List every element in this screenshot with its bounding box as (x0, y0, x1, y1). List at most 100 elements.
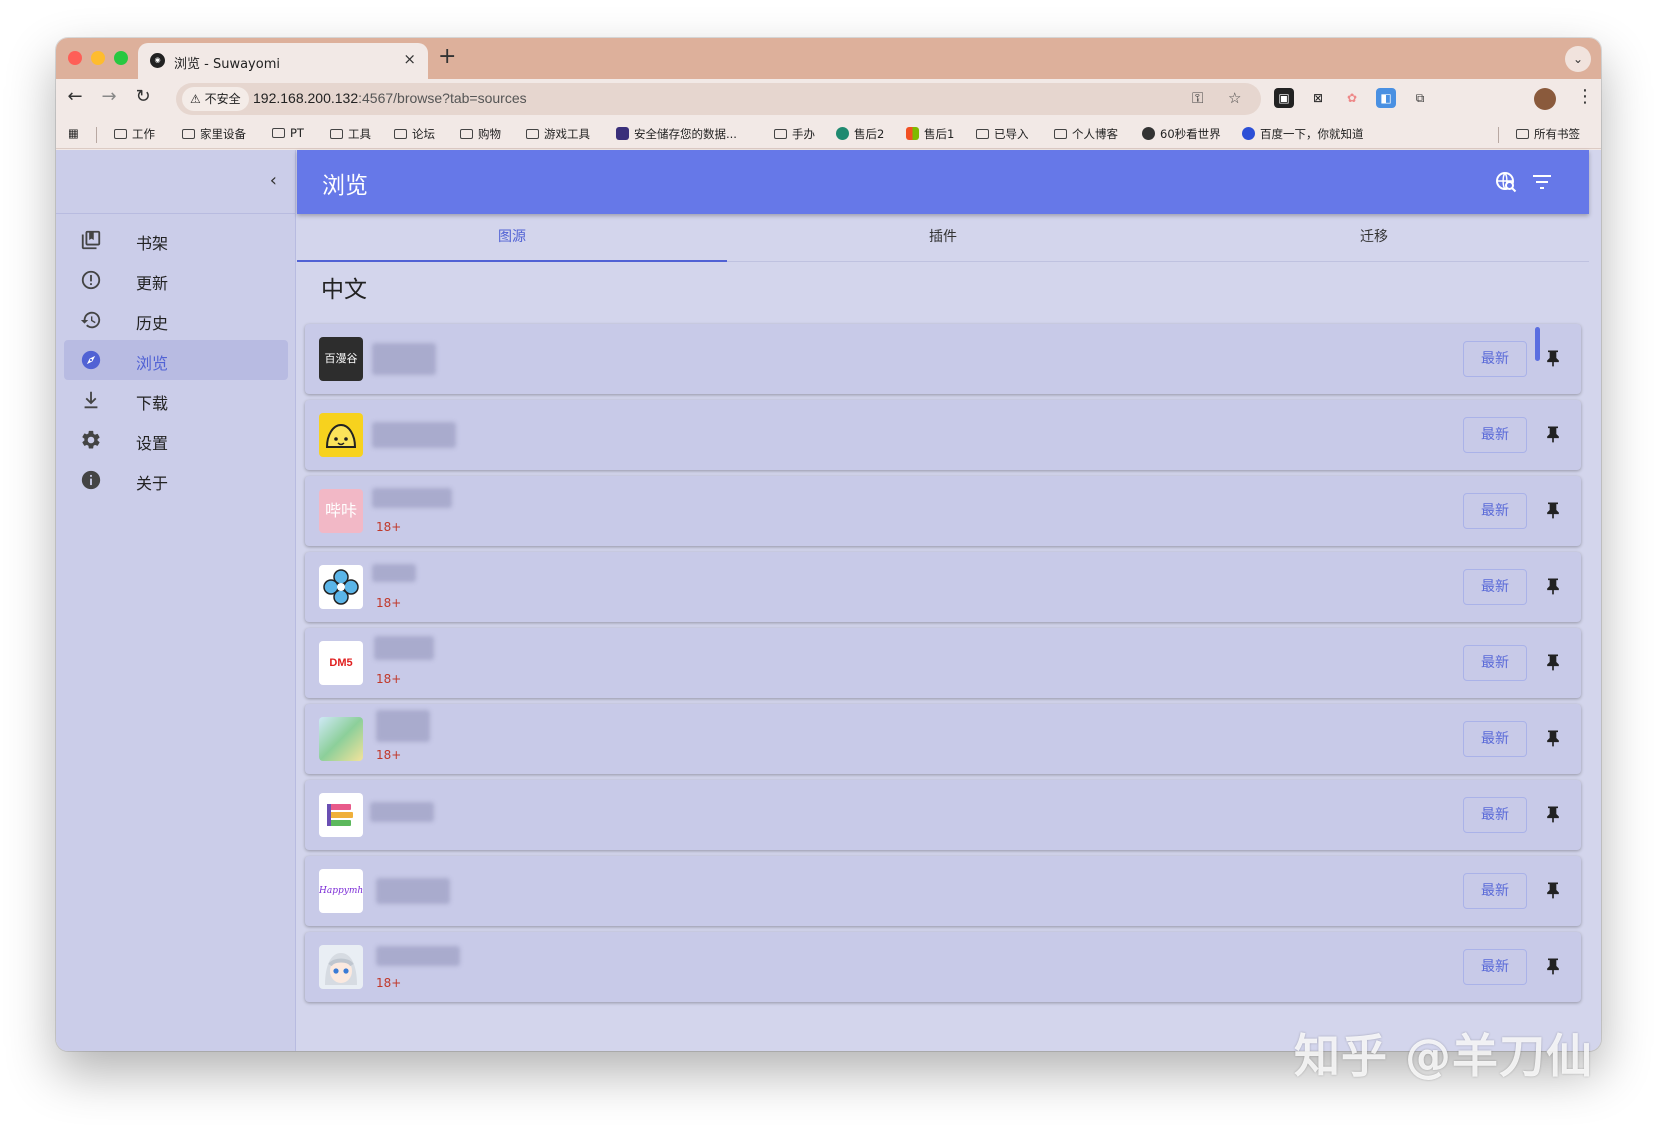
latest-button[interactable]: 最新 (1463, 949, 1527, 985)
address-bar[interactable]: ⚠ 不安全 192.168.200.132:4567/browse?tab=so… (176, 83, 1261, 115)
source-card[interactable]: 哔咔 18+ 最新 (305, 476, 1581, 546)
latest-button[interactable]: 最新 (1463, 417, 1527, 453)
bookmark-link[interactable]: 售后2 (836, 126, 884, 142)
sidebar-item-history[interactable]: 历史 (64, 300, 288, 340)
bookmark-folder[interactable]: 工具 (330, 126, 371, 142)
bookmark-link[interactable]: 售后1 (906, 126, 954, 142)
folder-icon (394, 129, 407, 139)
puzzle-icon[interactable]: ⧉ (1410, 88, 1430, 108)
source-card[interactable]: 18+ 最新 (305, 552, 1581, 622)
extension-icon[interactable]: ▣ (1274, 88, 1294, 108)
sidebar-item-library[interactable]: 书架 (64, 220, 288, 260)
bookmark-folder[interactable]: 家里设备 (182, 126, 246, 142)
sidebar-item-about[interactable]: 关于 (64, 460, 288, 500)
latest-button[interactable]: 最新 (1463, 721, 1527, 757)
minimize-window-button[interactable] (91, 51, 105, 65)
key-icon[interactable]: ⚿ (1192, 89, 1203, 107)
profile-avatar[interactable] (1534, 88, 1556, 110)
global-search-icon[interactable] (1494, 170, 1518, 194)
latest-button[interactable]: 最新 (1463, 797, 1527, 833)
folder-icon (182, 129, 195, 139)
bookmark-link[interactable]: 安全储存您的数据... (616, 126, 737, 142)
pin-icon[interactable] (1543, 726, 1563, 750)
bookmark-folder[interactable]: 已导入 (976, 126, 1029, 142)
extension-icon[interactable]: ✿ (1342, 88, 1362, 108)
url-text[interactable]: 192.168.200.132:4567/browse?tab=sources (253, 90, 527, 106)
nsfw-badge: 18+ (376, 748, 402, 762)
zoom-window-button[interactable] (114, 51, 128, 65)
new-tab-button[interactable]: + (438, 44, 456, 69)
sidebar-item-label: 更新 (136, 274, 169, 293)
info-icon (81, 470, 101, 490)
pin-icon[interactable] (1543, 878, 1563, 902)
bookmark-link[interactable]: 60秒看世界 (1142, 126, 1221, 142)
browser-tab[interactable]: ◉ 浏览 - Suwayomi × (138, 43, 428, 79)
tab-migrate[interactable]: 迁移 (1159, 214, 1589, 262)
source-card[interactable]: Happymh 最新 (305, 856, 1581, 926)
pin-icon[interactable] (1543, 346, 1563, 370)
source-card[interactable]: DM5 18+ 最新 (305, 628, 1581, 698)
history-icon (80, 311, 101, 329)
latest-button[interactable]: 最新 (1463, 493, 1527, 529)
pin-icon[interactable] (1543, 574, 1563, 598)
tab-extensions[interactable]: 插件 (728, 214, 1158, 262)
pin-icon[interactable] (1543, 650, 1563, 674)
folder-icon (976, 129, 989, 139)
menu-icon[interactable]: ⋮ (1576, 86, 1594, 107)
watermark: 知乎 @羊刀仙 (1294, 1029, 1594, 1083)
page-title: 浏览 (322, 173, 368, 199)
reload-button[interactable]: ↻ (130, 86, 156, 107)
pin-icon[interactable] (1543, 802, 1563, 826)
source-card[interactable]: 18+ 最新 (305, 704, 1581, 774)
all-bookmarks[interactable]: 所有书签 (1516, 126, 1580, 142)
latest-button[interactable]: 最新 (1463, 341, 1527, 377)
pin-icon[interactable] (1543, 422, 1563, 446)
star-icon[interactable]: ☆ (1228, 89, 1241, 107)
bookmark-folder[interactable]: 论坛 (394, 126, 435, 142)
sidebar-item-label: 下载 (136, 394, 169, 413)
insecure-label: 不安全 (204, 92, 241, 106)
separator (96, 127, 97, 143)
sidebar-item-browse[interactable]: 浏览 (64, 340, 288, 380)
bookmark-folder[interactable]: 手办 (774, 126, 815, 142)
close-window-button[interactable] (68, 51, 82, 65)
bookmark-folder[interactable]: 个人博客 (1054, 126, 1118, 142)
pin-icon[interactable] (1543, 954, 1563, 978)
bookmark-link[interactable]: 百度一下，你就知道 (1242, 126, 1364, 142)
sidebar-item-downloads[interactable]: 下载 (64, 380, 288, 420)
sidebar-header: ‹ (56, 150, 295, 214)
separator (1498, 127, 1499, 143)
latest-button[interactable]: 最新 (1463, 873, 1527, 909)
extension-icon[interactable]: ⊠ (1308, 88, 1328, 108)
clover-logo (319, 565, 363, 609)
latest-button[interactable]: 最新 (1463, 569, 1527, 605)
pin-icon[interactable] (1543, 498, 1563, 522)
tab-search-icon[interactable]: ⌄ (1565, 46, 1591, 72)
scrollbar-thumb[interactable] (1535, 327, 1540, 361)
forward-button[interactable]: → (96, 86, 122, 107)
blurred-name (372, 422, 456, 448)
tab-sources[interactable]: 图源 (297, 214, 727, 262)
sidebar-item-settings[interactable]: 设置 (64, 420, 288, 460)
bookmark-folder[interactable]: 游戏工具 (526, 126, 590, 142)
latest-button[interactable]: 最新 (1463, 645, 1527, 681)
security-chip[interactable]: ⚠ 不安全 (182, 87, 249, 111)
bookmark-folder[interactable]: PT (272, 126, 304, 140)
close-tab-button[interactable]: × (403, 50, 416, 68)
bookmark-folder[interactable]: 购物 (460, 126, 501, 142)
back-button[interactable]: ← (62, 86, 88, 107)
baidu-icon (1242, 127, 1255, 140)
bookmark-folder[interactable]: 工作 (114, 126, 155, 142)
suwayomi-icon: ◉ (150, 53, 165, 68)
source-card[interactable]: 百漫谷 最新 (305, 324, 1581, 394)
colorful-logo (319, 717, 363, 761)
source-card[interactable]: 最新 (305, 780, 1581, 850)
sidebar-item-updates[interactable]: 更新 (64, 260, 288, 300)
chevron-left-icon[interactable]: ‹ (270, 170, 277, 191)
sidebar-item-label: 关于 (136, 474, 169, 493)
extension-icon[interactable]: ◧ (1376, 88, 1396, 108)
apps-icon[interactable]: ▦ (68, 126, 79, 140)
filter-icon[interactable] (1530, 170, 1554, 194)
source-card[interactable]: 最新 (305, 400, 1581, 470)
source-card[interactable]: 18+ 最新 (305, 932, 1581, 1002)
